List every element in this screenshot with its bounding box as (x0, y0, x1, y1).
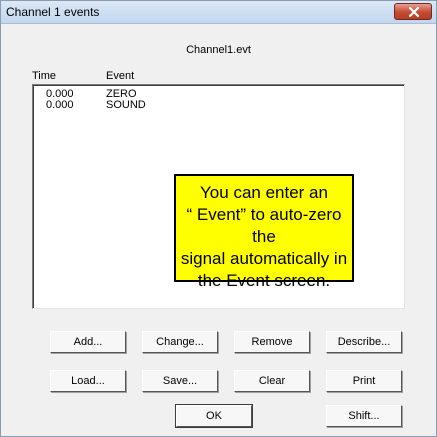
callout-line: the Event screen. (197, 271, 331, 290)
tip-callout: You can enter an “ Event” to auto-zero t… (174, 174, 354, 290)
add-button[interactable]: Add... (50, 331, 126, 353)
callout-line: signal automatically in (180, 249, 348, 268)
callout-line: “ Event” to auto-zero the (186, 205, 342, 246)
close-button[interactable] (394, 3, 432, 20)
shift-button[interactable]: Shift... (326, 405, 402, 427)
file-name-label: Channel1.evt (186, 44, 251, 56)
title-bar[interactable]: Channel 1 events (1, 1, 436, 24)
window-title: Channel 1 events (6, 5, 100, 19)
channel-events-dialog: Channel 1 events Channel1.evt Time Event… (0, 0, 437, 437)
change-button[interactable]: Change... (142, 331, 218, 353)
column-header-event: Event (106, 70, 135, 82)
print-button[interactable]: Print (326, 370, 402, 392)
load-button[interactable]: Load... (50, 370, 126, 392)
list-item[interactable]: 0.000 SOUND (33, 99, 404, 111)
callout-line: You can enter an (200, 183, 328, 202)
ok-button[interactable]: OK (175, 404, 253, 428)
event-time: 0.000 (46, 99, 74, 111)
column-header-time: Time (32, 70, 57, 82)
describe-button[interactable]: Describe... (326, 331, 402, 353)
remove-button[interactable]: Remove (234, 331, 310, 353)
close-icon (409, 7, 419, 17)
save-button[interactable]: Save... (142, 370, 218, 392)
event-name: SOUND (106, 99, 146, 111)
clear-button[interactable]: Clear (234, 370, 310, 392)
